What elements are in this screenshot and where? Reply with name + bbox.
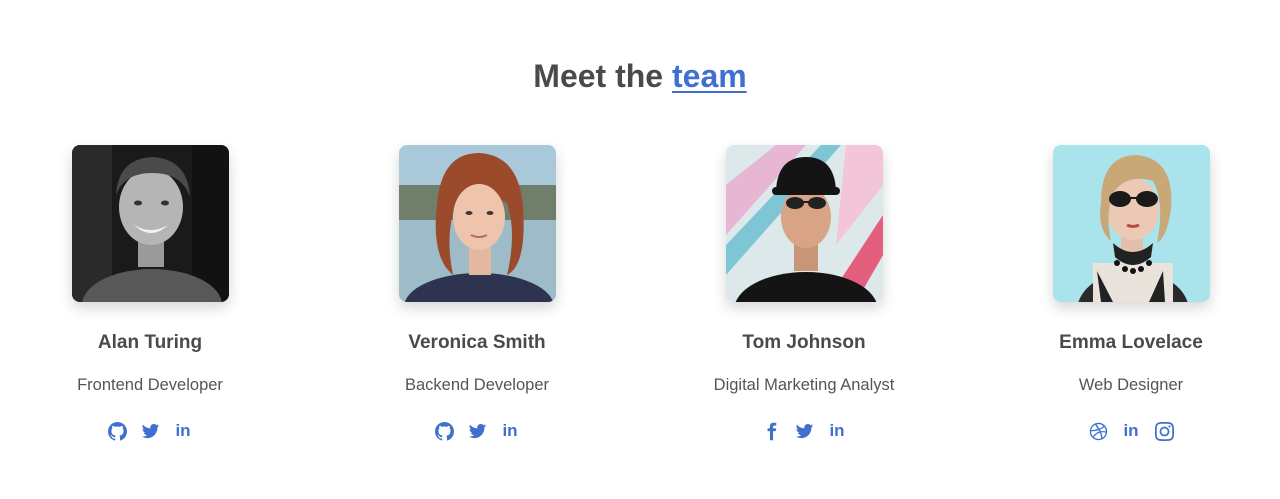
section-title: Meet the team [0, 56, 1280, 100]
twitter-icon[interactable] [467, 421, 487, 441]
member-photo [398, 145, 556, 302]
instagram-icon[interactable] [1154, 421, 1174, 441]
member-name: Emma Lovelace [1059, 332, 1203, 353]
title-accent-link[interactable]: team [672, 58, 747, 94]
github-icon[interactable] [434, 421, 454, 441]
member-role: Frontend Developer [77, 376, 223, 394]
member-role: Backend Developer [404, 376, 549, 394]
linkedin-icon[interactable]: in [173, 421, 193, 441]
title-prefix: Meet the [533, 58, 672, 94]
member-photo [725, 145, 883, 302]
twitter-icon[interactable] [794, 421, 814, 441]
member-socials: in [0, 421, 300, 441]
team-member-card: Emma Lovelace Web Designer in [981, 145, 1280, 441]
team-member-card: Veronica Smith Backend Developer in [327, 145, 627, 441]
member-socials: in [327, 421, 627, 441]
team-member-card: Alan Turing Frontend Developer in [0, 145, 300, 441]
linkedin-icon[interactable]: in [500, 421, 520, 441]
linkedin-icon[interactable]: in [827, 421, 847, 441]
team-member-card: Tom Johnson Digital Marketing Analyst in [654, 145, 954, 441]
facebook-icon[interactable] [761, 421, 781, 441]
github-icon[interactable] [107, 421, 127, 441]
member-photo [71, 145, 229, 302]
linkedin-icon[interactable]: in [1121, 421, 1141, 441]
member-socials: in [654, 421, 954, 441]
member-socials: in [981, 421, 1280, 441]
member-role: Digital Marketing Analyst [713, 376, 895, 394]
member-name: Tom Johnson [742, 332, 866, 353]
member-role: Web Designer [1078, 376, 1184, 394]
dribbble-icon[interactable] [1088, 421, 1108, 441]
member-name: Alan Turing [97, 332, 203, 353]
twitter-icon[interactable] [140, 421, 160, 441]
member-photo [1052, 145, 1210, 302]
member-name: Veronica Smith [408, 332, 546, 353]
